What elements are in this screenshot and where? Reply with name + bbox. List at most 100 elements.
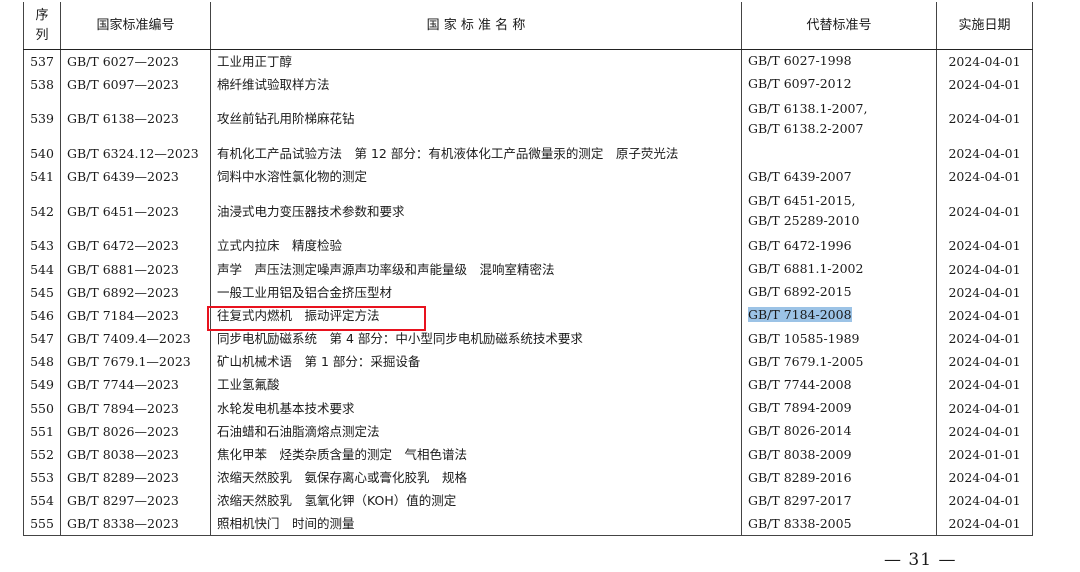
table-row: 547 GB/T 7409.4—2023 同步电机励磁系统 第 4 部分：中小型同步…	[23, 327, 1033, 351]
row-date: 2024-01-01	[936, 442, 1033, 467]
page-number: — 31 —	[884, 550, 957, 570]
header-code: 国家标准编号	[60, 2, 211, 50]
row-seq: 552	[23, 442, 61, 467]
row-code: GB/T 6324.12—2023	[60, 141, 211, 166]
row-name: 矿山机械术语 第 1 部分：采掘设备	[210, 350, 742, 374]
table-row: 540 GB/T 6324.12—2023 有机化工产品试验方法 第 12 部分：有…	[23, 141, 1033, 166]
row-seq: 544	[23, 257, 61, 281]
row-replaced: GB/T 6439-2007	[741, 165, 937, 189]
row-seq: 554	[23, 489, 61, 513]
row-code: GB/T 6451—2023	[60, 188, 211, 235]
replaced-code: GB/T 6472-1996	[748, 237, 852, 253]
row-date: 2024-04-01	[936, 327, 1033, 351]
row-date: 2024-04-01	[936, 188, 1033, 235]
row-name: 焦化甲苯 烃类杂质含量的测定 气相色谱法	[210, 442, 742, 467]
replaced-code: GB/T 6881.1-2002	[748, 261, 864, 277]
header-name: 国 家 标 准 名 称	[210, 2, 742, 50]
row-code: GB/T 6881—2023	[60, 257, 211, 281]
row-name: 工业用正丁醇	[210, 49, 742, 73]
row-date: 2024-04-01	[936, 95, 1033, 142]
row-name: 浓缩天然胶乳 氢氧化钾（KOH）值的测定	[210, 489, 742, 513]
row-date: 2024-04-01	[936, 419, 1033, 443]
row-replaced: GB/T 10585-1989	[741, 327, 937, 351]
row-replaced: GB/T 7894-2009	[741, 396, 937, 420]
row-seq: 548	[23, 350, 61, 374]
table-row: 554 GB/T 8297—2023 浓缩天然胶乳 氢氧化钾（KOH）值的测定 GB/…	[23, 489, 1033, 513]
row-date: 2024-04-01	[936, 396, 1033, 420]
replaced-code: GB/T 7184-2008	[748, 307, 852, 323]
table-row: 544 GB/T 6881—2023 声学 声压法测定噪声源声功率级和声能量级 混响…	[23, 257, 1033, 281]
row-replaced: GB/T 6097-2012	[741, 72, 937, 96]
row-replaced: GB/T 8038-2009	[741, 442, 937, 467]
row-replaced: GB/T 6027-1998	[741, 49, 937, 73]
row-seq: 553	[23, 466, 61, 490]
row-replaced: GB/T 7679.1-2005	[741, 350, 937, 374]
row-date: 2024-04-01	[936, 280, 1033, 304]
row-code: GB/T 6027—2023	[60, 49, 211, 73]
row-date: 2024-04-01	[936, 489, 1033, 513]
standards-table: 序 列 国家标准编号 国 家 标 准 名 称 代替标准号 实施日期 537 GB/…	[23, 2, 1033, 537]
replaced-code: GB/T 8026-2014	[748, 423, 852, 439]
table-row: 543 GB/T 6472—2023 立式内拉床 精度检验 GB/T 6472-199…	[23, 234, 1033, 258]
table-row: 548 GB/T 7679.1—2023 矿山机械术语 第 1 部分：采掘设备 GB/…	[23, 350, 1033, 374]
table-row: 553 GB/T 8289—2023 浓缩天然胶乳 氨保存离心或膏化胶乳 规格 GB/…	[23, 466, 1033, 490]
row-code: GB/T 8338—2023	[60, 512, 211, 537]
row-replaced: GB/T 8338-2005	[741, 512, 937, 537]
header-date: 实施日期	[936, 2, 1033, 50]
replaced-code: GB/T 8338-2005	[748, 515, 852, 531]
table-row: 550 GB/T 7894—2023 水轮发电机基本技术要求 GB/T 7894-20…	[23, 396, 1033, 420]
row-code: GB/T 8289—2023	[60, 466, 211, 490]
row-code: GB/T 6138—2023	[60, 95, 211, 142]
row-name: 攻丝前钻孔用阶梯麻花钻	[210, 95, 742, 142]
header-seq-line2: 列	[35, 27, 49, 43]
row-date: 2024-04-01	[936, 373, 1033, 397]
replaced-code: GB/T 8297-2017	[748, 492, 852, 508]
row-replaced: GB/T 8026-2014	[741, 419, 937, 443]
table-row: 538 GB/T 6097—2023 棉纤维试验取样方法 GB/T 6097-2012…	[23, 72, 1033, 96]
table-row: 546 GB/T 7184—2023 往复式内燃机 振动评定方法 GB/T 7184-…	[23, 303, 1033, 327]
row-name: 往复式内燃机 振动评定方法	[210, 303, 742, 327]
row-replaced: GB/T 6472-1996	[741, 234, 937, 258]
row-name: 浓缩天然胶乳 氨保存离心或膏化胶乳 规格	[210, 466, 742, 490]
row-replaced: GB/T 6138.1-2007, GB/T 6138.2-2007	[741, 95, 937, 142]
row-date: 2024-04-01	[936, 72, 1033, 96]
row-name: 声学 声压法测定噪声源声功率级和声能量级 混响室精密法	[210, 257, 742, 281]
row-date: 2024-04-01	[936, 257, 1033, 281]
table-row: 539 GB/T 6138—2023 攻丝前钻孔用阶梯麻花钻 GB/T 6138.1-…	[23, 95, 1033, 142]
replaced-code: GB/T 6138.1-2007,	[748, 100, 868, 116]
row-seq: 549	[23, 373, 61, 397]
row-seq: 538	[23, 72, 61, 96]
row-seq: 541	[23, 165, 61, 189]
replaced-code: GB/T 8289-2016	[748, 469, 852, 485]
row-date: 2024-04-01	[936, 466, 1033, 490]
replaced-code: GB/T 7894-2009	[748, 400, 852, 416]
row-replaced: GB/T 7744-2008	[741, 373, 937, 397]
table-row: 545 GB/T 6892—2023 一般工业用铝及铝合金挤压型材 GB/T 6892…	[23, 280, 1033, 304]
replaced-code: GB/T 6439-2007	[748, 168, 852, 184]
row-name: 一般工业用铝及铝合金挤压型材	[210, 280, 742, 304]
row-code: GB/T 6472—2023	[60, 234, 211, 258]
row-name: 工业氢氟酸	[210, 373, 742, 397]
table-row: 537 GB/T 6027—2023 工业用正丁醇 GB/T 6027-1998 202…	[23, 49, 1033, 73]
row-date: 2024-04-01	[936, 141, 1033, 166]
row-code: GB/T 7184—2023	[60, 303, 211, 327]
row-date: 2024-04-01	[936, 303, 1033, 327]
table-row: 552 GB/T 8038—2023 焦化甲苯 烃类杂质含量的测定 气相色谱法 GB/…	[23, 442, 1033, 467]
row-code: GB/T 7894—2023	[60, 396, 211, 420]
row-name: 饲料中水溶性氯化物的测定	[210, 165, 742, 189]
row-name: 石油蜡和石油脂滴熔点测定法	[210, 419, 742, 443]
row-code: GB/T 8297—2023	[60, 489, 211, 513]
row-seq: 546	[23, 303, 61, 327]
row-seq: 542	[23, 188, 61, 235]
replaced-code: GB/T 6138.2-2007	[748, 120, 864, 136]
row-code: GB/T 7744—2023	[60, 373, 211, 397]
table-row: 542 GB/T 6451—2023 油浸式电力变压器技术参数和要求 GB/T 645…	[23, 188, 1033, 235]
row-name: 立式内拉床 精度检验	[210, 234, 742, 258]
replaced-code: GB/T 6892-2015	[748, 284, 852, 300]
row-code: GB/T 7679.1—2023	[60, 350, 211, 374]
row-name: 有机化工产品试验方法 第 12 部分：有机液体化工产品微量汞的测定 原子荧光法	[210, 141, 742, 166]
row-replaced: GB/T 7184-2008	[741, 303, 937, 327]
replaced-code: GB/T 6097-2012	[748, 76, 852, 92]
row-seq: 547	[23, 327, 61, 351]
row-code: GB/T 8026—2023	[60, 419, 211, 443]
